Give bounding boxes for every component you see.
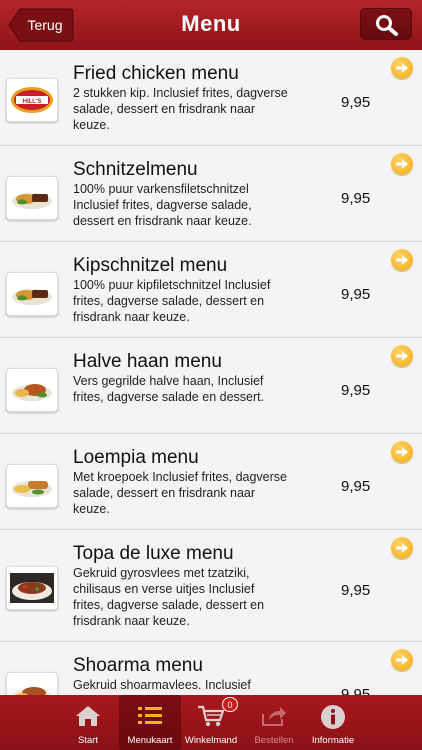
menu-item-price: 9,95 <box>341 478 371 495</box>
hills-american-logo-icon: HILL'S <box>11 87 53 113</box>
arrow-right-icon[interactable] <box>391 441 413 463</box>
menu-item-price: 9,95 <box>341 582 371 599</box>
svg-text:HILL'S: HILL'S <box>23 99 42 105</box>
menu-item-description: Vers gegrilde halve haan, Inclusief frit… <box>73 374 265 404</box>
arrow-right-icon[interactable] <box>391 345 413 367</box>
cart-count-badge: 0 <box>222 697 238 712</box>
menu-item-thumbnail <box>6 368 58 412</box>
food-plate-icon <box>12 481 52 497</box>
list-icon <box>138 707 162 724</box>
menu-item-price: 9,95 <box>341 286 371 303</box>
menu-item-description: Gekruid shoarmavlees. Inclusief <box>73 678 251 692</box>
menu-item-price: 9,95 <box>341 686 371 695</box>
bottom-tab-bar: Start Menukaart 0 Winkelmand Bestellen I… <box>0 695 422 750</box>
search-button[interactable] <box>360 8 412 40</box>
tab-menukaart[interactable]: Menukaart <box>119 695 181 750</box>
menu-item-thumbnail <box>6 272 58 316</box>
menu-item-price: 9,95 <box>341 94 371 111</box>
tab-informatie[interactable]: Informatie <box>300 695 366 750</box>
menu-item-thumbnail <box>6 566 58 610</box>
menu-item-shoarma[interactable]: Shoarma menu Gekruid shoarmavlees. Inclu… <box>0 642 422 695</box>
food-plate-icon <box>12 193 52 209</box>
menu-item-thumbnail <box>6 176 58 220</box>
menu-item-price: 9,95 <box>341 190 371 207</box>
home-icon <box>76 706 100 726</box>
tab-bestellen[interactable]: Bestellen <box>241 695 307 750</box>
menu-item-price: 9,95 <box>341 382 371 399</box>
food-plate-icon <box>12 687 52 695</box>
info-icon <box>321 705 345 729</box>
share-icon <box>262 707 286 726</box>
cart-icon <box>198 705 225 727</box>
tab-label: Start <box>77 735 99 746</box>
arrow-right-icon[interactable] <box>391 537 413 559</box>
menu-item-title: Kipschnitzel menu <box>73 255 228 276</box>
menu-item-title: Schnitzelmenu <box>73 159 198 180</box>
menu-item-description: Met kroepoek Inclusief frites, dagverse … <box>73 470 287 516</box>
menu-list: HILL'S Fried chicken menu 2 stukken kip.… <box>0 50 422 695</box>
menu-item-title: Fried chicken menu <box>73 63 239 84</box>
arrow-right-icon[interactable] <box>391 57 413 79</box>
arrow-right-icon[interactable] <box>391 649 413 671</box>
menu-item-title: Shoarma menu <box>73 655 203 676</box>
food-plate-icon <box>12 289 52 305</box>
menu-item-title: Halve haan menu <box>73 351 222 372</box>
menu-item-thumbnail: HILL'S <box>6 78 58 122</box>
menu-item-title: Topa de luxe menu <box>73 543 234 564</box>
arrow-right-icon[interactable] <box>391 249 413 271</box>
menu-item-description: 100% puur varkensfiletschnitzel Inclusie… <box>73 182 252 228</box>
menu-item-loempia[interactable]: Loempia menu Met kroepoek Inclusief frit… <box>0 434 422 530</box>
tab-start[interactable]: Start <box>55 695 121 750</box>
menu-item-description: Gekruid gyrosvlees met tzatziki, chilisa… <box>73 566 265 628</box>
menu-item-thumbnail <box>6 464 58 508</box>
page-title: Menu <box>181 11 241 36</box>
menu-item-description: 100% puur kipfiletschnitzel Inclusief fr… <box>73 278 271 324</box>
food-plate-icon <box>12 384 52 401</box>
arrow-right-icon[interactable] <box>391 153 413 175</box>
menu-item-kipschnitzel[interactable]: Kipschnitzel menu 100% puur kipfiletschn… <box>0 242 422 338</box>
tab-label: Bestellen <box>254 735 294 746</box>
menu-item-halve-haan[interactable]: Halve haan menu Vers gegrilde halve haan… <box>0 338 422 434</box>
top-navigation-bar: Terug Menu <box>0 0 422 50</box>
tab-label: Informatie <box>311 735 355 746</box>
tab-label: Winkelmand <box>184 735 238 746</box>
menu-item-topa-de-luxe[interactable]: Topa de luxe menu Gekruid gyrosvlees met… <box>0 530 422 642</box>
menu-item-fried-chicken[interactable]: HILL'S Fried chicken menu 2 stukken kip.… <box>0 50 422 146</box>
tab-winkelmand[interactable]: 0 Winkelmand <box>180 695 242 750</box>
menu-item-title: Loempia menu <box>73 447 199 468</box>
menu-item-thumbnail <box>6 672 58 695</box>
menu-item-schnitzel[interactable]: Schnitzelmenu 100% puur varkensfiletschn… <box>0 146 422 242</box>
food-plate-icon <box>10 573 54 603</box>
menu-item-description: 2 stukken kip. Inclusief frites, dagvers… <box>73 86 288 132</box>
tab-label: Menukaart <box>127 735 173 746</box>
search-icon <box>376 15 398 36</box>
